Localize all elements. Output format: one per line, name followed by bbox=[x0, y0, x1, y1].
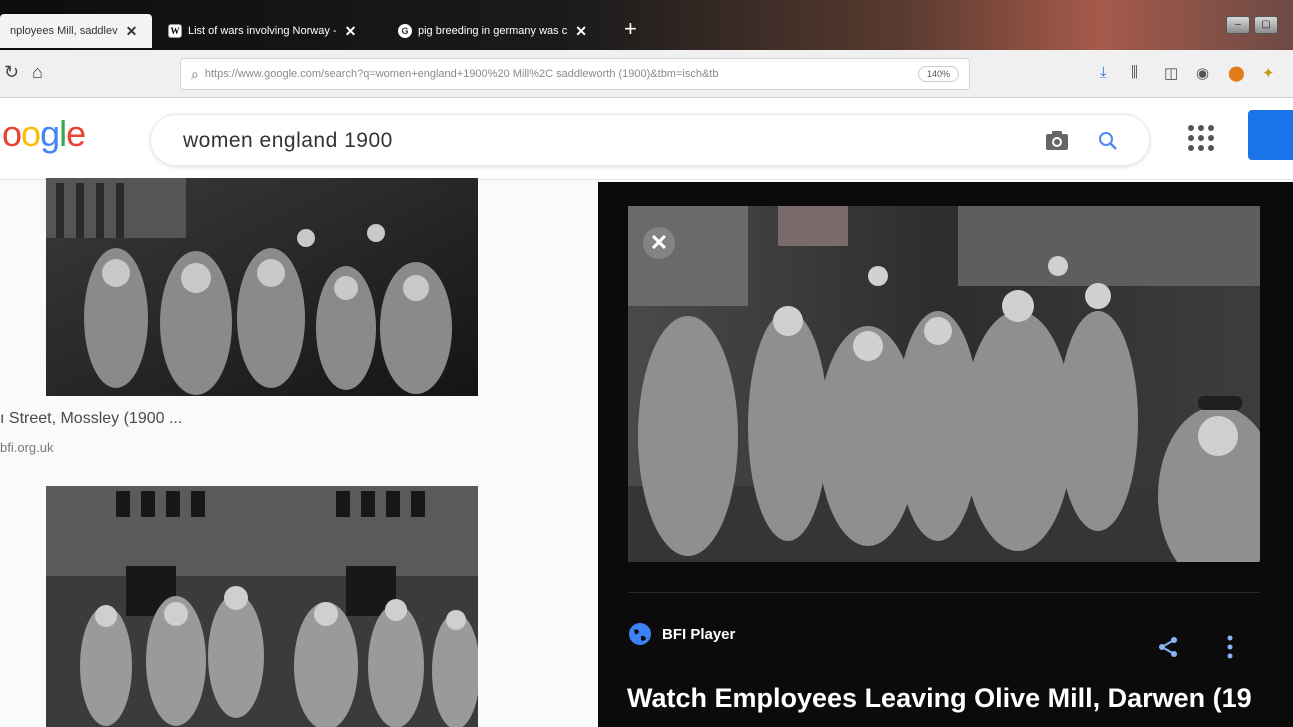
tab-close-icon[interactable]: ✕ bbox=[575, 23, 587, 40]
library-icon[interactable]: ⫼ bbox=[1131, 64, 1138, 81]
extension-leaf-icon[interactable]: ✦ bbox=[1262, 64, 1275, 82]
logo-letter: o bbox=[21, 113, 41, 154]
tab-employees-mill[interactable]: nployees Mill, saddlev ✕ bbox=[0, 14, 152, 48]
url-text: https://www.google.com/search?q=women+en… bbox=[204, 68, 719, 80]
result-thumbnail[interactable] bbox=[46, 178, 478, 396]
apps-grid-icon[interactable] bbox=[1188, 125, 1214, 151]
preview-photo[interactable] bbox=[628, 206, 1260, 562]
source-name: BFI Player bbox=[662, 625, 736, 643]
logo-text: oogle bbox=[2, 113, 86, 154]
browser-navbar: ↻ ⌂ ⌕ https://www.google.com/search?q=wo… bbox=[0, 50, 1293, 98]
search-query[interactable]: women england 1900 bbox=[183, 129, 393, 153]
extension-shield-icon[interactable]: ⬤ bbox=[1228, 64, 1245, 82]
result-thumbnail[interactable] bbox=[46, 486, 478, 727]
tab-close-icon[interactable]: ✕ bbox=[126, 23, 138, 40]
reload-icon[interactable]: ↻ bbox=[4, 62, 19, 83]
result-photo bbox=[46, 178, 478, 396]
maximize-button[interactable]: ▢ bbox=[1254, 16, 1278, 34]
wikipedia-icon: W bbox=[168, 24, 182, 38]
preview-source[interactable]: BFI Player bbox=[628, 622, 735, 646]
browser-titlebar: nployees Mill, saddlev ✕ W List of wars … bbox=[0, 0, 1293, 50]
google-logo[interactable]: oogle bbox=[2, 113, 86, 155]
close-preview-button[interactable]: ✕ bbox=[643, 227, 675, 259]
camera-icon[interactable] bbox=[1044, 129, 1070, 153]
google-icon: G bbox=[398, 24, 412, 38]
new-tab-button[interactable]: + bbox=[624, 18, 637, 40]
zoom-badge[interactable]: 140% bbox=[917, 66, 959, 82]
sidebar-icon[interactable]: ◫ bbox=[1164, 64, 1178, 82]
home-icon[interactable]: ⌂ bbox=[32, 62, 43, 83]
tab-wars-norway[interactable]: W List of wars involving Norway - ✕ bbox=[158, 14, 380, 48]
search-icon: ⌕ bbox=[191, 65, 199, 82]
preview-divider bbox=[628, 592, 1260, 593]
result-site: bfi.org.uk bbox=[0, 440, 54, 455]
share-icon[interactable] bbox=[1156, 635, 1180, 659]
tab-pig-breeding[interactable]: G pig breeding in germany was c ✕ bbox=[388, 14, 618, 48]
logo-letter: e bbox=[66, 113, 86, 154]
tab-label: pig breeding in germany was c bbox=[418, 25, 568, 37]
logo-letter: o bbox=[2, 113, 22, 154]
account-icon[interactable]: ◉ bbox=[1196, 64, 1209, 82]
address-bar[interactable]: ⌕ https://www.google.com/search?q=women+… bbox=[180, 58, 970, 90]
result-photo bbox=[46, 486, 478, 727]
result-title[interactable]: ı Street, Mossley (1900 ... bbox=[0, 410, 182, 428]
globe-icon bbox=[629, 623, 651, 645]
download-icon[interactable]: ⤓ bbox=[1100, 64, 1107, 81]
preview-title[interactable]: Watch Employees Leaving Olive Mill, Darw… bbox=[627, 683, 1293, 714]
tab-label: nployees Mill, saddlev bbox=[10, 25, 118, 37]
sign-in-button[interactable]: Si bbox=[1248, 110, 1293, 160]
more-options-icon[interactable] bbox=[1224, 634, 1236, 660]
search-icon[interactable] bbox=[1096, 129, 1120, 153]
tab-label: List of wars involving Norway - bbox=[188, 25, 337, 37]
search-box[interactable]: women england 1900 bbox=[150, 114, 1150, 166]
tab-close-icon[interactable]: ✕ bbox=[345, 23, 357, 40]
logo-letter: g bbox=[40, 113, 60, 154]
minimize-button[interactable]: – bbox=[1226, 16, 1250, 34]
google-header: oogle women england 1900 Si bbox=[0, 98, 1293, 180]
